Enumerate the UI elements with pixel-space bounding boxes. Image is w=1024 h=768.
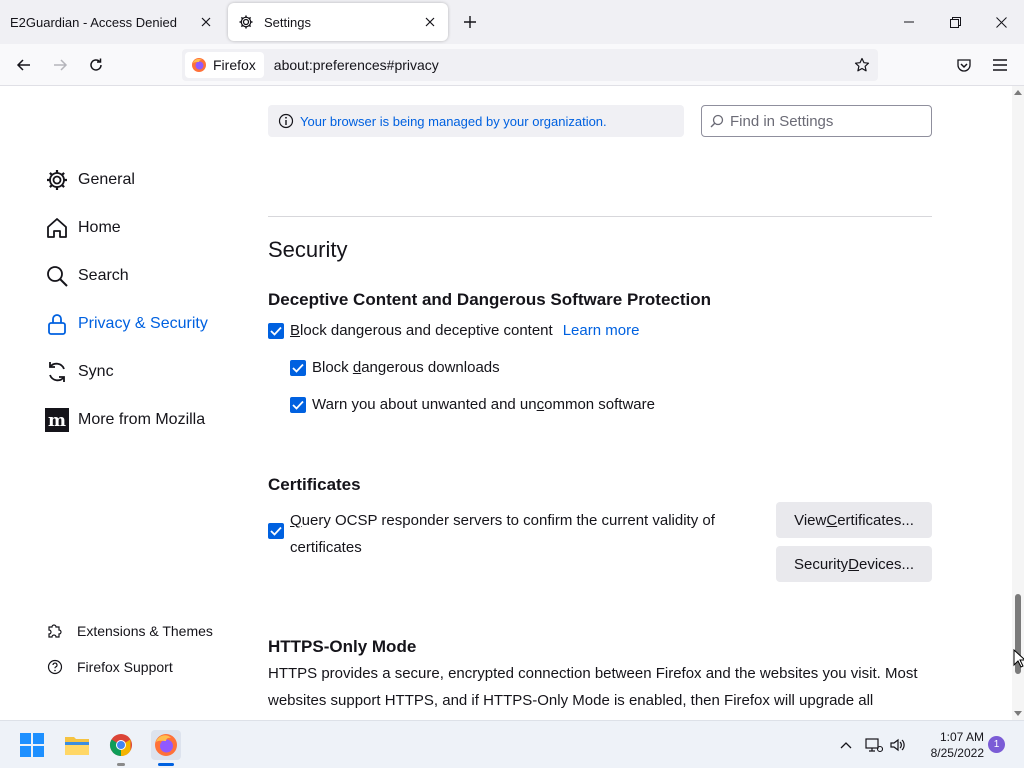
restore-button[interactable] <box>932 0 978 44</box>
clock-time: 1:07 AM <box>939 730 984 744</box>
learn-more-link[interactable]: Learn more <box>563 322 640 339</box>
policy-notice[interactable]: Your browser is being managed by your or… <box>268 105 684 137</box>
firefox-support-label: Firefox Support <box>77 659 173 675</box>
search-icon <box>710 114 724 128</box>
block-dangerous-downloads-row[interactable]: Block dangerous downloads <box>290 359 500 376</box>
scroll-down-arrow-icon[interactable] <box>1014 710 1022 718</box>
sidebar-item-more-from-mozilla[interactable]: m More from Mozilla <box>44 407 205 433</box>
back-button[interactable] <box>10 52 38 78</box>
settings-content: General Home Search Privacy & Security S… <box>0 86 1024 720</box>
sidebar-item-search[interactable]: Search <box>44 263 129 289</box>
ocsp-row[interactable]: Query OCSP responder servers to confirm … <box>268 507 715 561</box>
https-only-description: HTTPS provides a secure, encrypted conne… <box>268 665 918 709</box>
help-icon <box>46 658 64 676</box>
deceptive-content-heading: Deceptive Content and Dangerous Software… <box>268 290 712 309</box>
block-dangerous-downloads-checkbox[interactable] <box>290 359 306 376</box>
new-tab-button[interactable] <box>458 10 482 34</box>
chrome-running-indicator <box>117 763 125 766</box>
tab-title: E2Guardian - Access Denied <box>10 14 177 30</box>
security-heading: Security <box>268 237 348 262</box>
home-icon <box>44 215 70 241</box>
tab-e2guardian[interactable]: E2Guardian - Access Denied <box>0 0 224 44</box>
tab-strip: E2Guardian - Access Denied Settings <box>0 0 1024 44</box>
block-dangerous-downloads-label: Block dangerous downloads <box>312 359 500 376</box>
firefox-active-indicator <box>158 763 174 766</box>
mouse-cursor-icon <box>1013 649 1024 668</box>
sidebar-item-label: More from Mozilla <box>78 411 206 428</box>
warn-unwanted-software-row[interactable]: Warn you about unwanted and uncommon sof… <box>290 396 655 413</box>
sidebar-item-label: Home <box>78 219 121 236</box>
block-dangerous-deceptive-checkbox[interactable] <box>268 322 284 339</box>
close-tab-icon[interactable] <box>194 10 218 34</box>
sidebar-item-general[interactable]: General <box>44 167 135 193</box>
file-explorer-icon[interactable] <box>63 731 91 759</box>
sync-icon <box>44 359 70 385</box>
bookmark-star-icon[interactable] <box>852 55 872 75</box>
sidebar-item-privacy-security[interactable]: Privacy & Security <box>44 311 208 337</box>
pocket-button[interactable] <box>950 52 978 78</box>
identity-label: Firefox <box>213 57 256 73</box>
windows-start-icon[interactable] <box>18 731 46 759</box>
show-hidden-icons-chevron-icon[interactable] <box>836 735 856 755</box>
network-icon[interactable] <box>864 735 884 755</box>
view-certificates-button[interactable]: View Certificates... <box>776 502 932 538</box>
certificates-heading: Certificates <box>268 475 361 494</box>
mozilla-icon: m <box>44 407 70 433</box>
sidebar-item-label: Search <box>78 267 129 284</box>
forward-button[interactable] <box>46 52 74 78</box>
chrome-icon[interactable] <box>107 731 135 759</box>
warn-unwanted-software-checkbox[interactable] <box>290 396 306 413</box>
find-in-settings-input[interactable] <box>730 112 920 130</box>
section-divider <box>268 216 932 217</box>
search-icon <box>44 263 70 289</box>
ocsp-checkbox[interactable] <box>268 523 284 539</box>
close-window-button[interactable] <box>978 0 1024 44</box>
url-text[interactable]: about:preferences#privacy <box>274 57 439 73</box>
notification-badge[interactable]: 1 <box>988 736 1005 753</box>
warn-unwanted-software-label: Warn you about unwanted and uncommon sof… <box>312 396 655 413</box>
svg-text:m: m <box>48 411 66 431</box>
volume-icon[interactable] <box>888 735 908 755</box>
block-dangerous-deceptive-label: Block dangerous and deceptive content <box>290 322 553 339</box>
windows-taskbar: 1:07 AM 8/25/2022 1 <box>0 720 1024 768</box>
firefox-taskbar-icon[interactable] <box>151 730 181 760</box>
block-dangerous-deceptive-row[interactable]: Block dangerous and deceptive content Le… <box>268 322 639 339</box>
info-icon <box>278 113 294 129</box>
reload-button[interactable] <box>82 52 110 78</box>
sidebar-item-label: Sync <box>78 363 114 380</box>
sidebar-item-label: General <box>78 171 135 188</box>
sidebar-item-sync[interactable]: Sync <box>44 359 114 385</box>
identity-box[interactable]: Firefox <box>185 52 264 78</box>
lock-icon <box>44 311 70 337</box>
puzzle-icon <box>46 622 64 640</box>
gear-icon <box>44 167 70 193</box>
url-bar[interactable]: Firefox about:preferences#privacy <box>182 49 878 81</box>
ocsp-label: Query OCSP responder servers to confirm … <box>290 512 715 556</box>
taskbar-clock[interactable]: 1:07 AM 8/25/2022 <box>916 729 984 761</box>
scroll-up-arrow-icon[interactable] <box>1014 88 1022 96</box>
sidebar-item-label: Privacy & Security <box>78 315 208 332</box>
minimize-button[interactable] <box>886 0 932 44</box>
https-only-heading: HTTPS-Only Mode <box>268 637 417 656</box>
sidebar-item-home[interactable]: Home <box>44 215 121 241</box>
extensions-themes-link[interactable]: Extensions & Themes <box>46 622 213 640</box>
firefox-support-link[interactable]: Firefox Support <box>46 658 173 676</box>
close-tab-icon[interactable] <box>418 10 442 34</box>
tab-title: Settings <box>264 14 311 30</box>
security-devices-button[interactable]: Security Devices... <box>776 546 932 582</box>
extensions-themes-label: Extensions & Themes <box>77 623 213 639</box>
policy-notice-text: Your browser is being managed by your or… <box>300 113 607 129</box>
firefox-logo-icon <box>191 57 207 73</box>
gear-icon <box>238 13 256 31</box>
clock-date: 8/25/2022 <box>930 746 984 760</box>
tab-settings[interactable]: Settings <box>228 3 448 41</box>
find-in-settings-field[interactable] <box>701 105 932 137</box>
navigation-toolbar: Firefox about:preferences#privacy <box>0 44 1024 86</box>
vertical-scrollbar[interactable] <box>1012 86 1024 720</box>
menu-hamburger-icon[interactable] <box>986 52 1014 78</box>
